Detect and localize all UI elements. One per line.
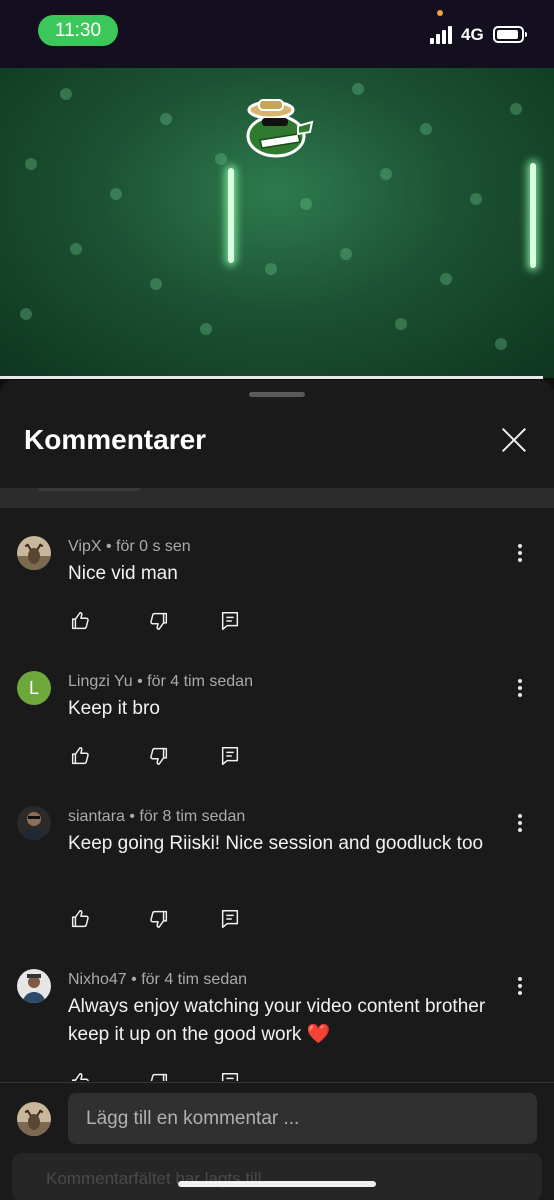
like-icon[interactable] — [69, 908, 91, 930]
comments-sheet: Kommentarer VipX • för 0 s sen Nice vid … — [0, 380, 554, 1200]
more-options-icon[interactable] — [512, 677, 528, 699]
dislike-icon[interactable] — [148, 610, 170, 632]
lightning-effect-right — [530, 163, 536, 268]
close-icon[interactable] — [496, 422, 532, 458]
user-avatar[interactable] — [17, 536, 51, 570]
home-indicator[interactable] — [178, 1181, 376, 1187]
faded-underlay: Kommentarfältet har lagts till — [12, 1153, 542, 1200]
like-icon[interactable] — [69, 745, 91, 767]
more-options-icon[interactable] — [512, 812, 528, 834]
like-icon[interactable] — [69, 610, 91, 632]
sheet-title: Kommentarer — [24, 424, 207, 455]
dislike-icon[interactable] — [148, 908, 170, 930]
comment-meta: VipX • för 0 s sen — [68, 538, 191, 555]
comment-input[interactable]: Lägg till en kommentar ... — [68, 1093, 537, 1144]
comment-text: Keep going Riiski! Nice session and good… — [68, 833, 484, 854]
more-options-icon[interactable] — [512, 542, 528, 564]
comment-meta: Nixho47 • för 4 tim sedan — [68, 971, 248, 988]
more-options-icon[interactable] — [512, 975, 528, 997]
dislike-icon[interactable] — [148, 1071, 170, 1081]
network-type: 4G — [461, 25, 484, 44]
cellular-signal-icon — [430, 26, 456, 44]
like-icon[interactable] — [69, 1071, 91, 1081]
comment-list[interactable]: VipX • för 0 s sen Nice vid man L Lingzi… — [0, 508, 554, 1081]
status-time: 11:30 — [38, 15, 118, 46]
user-avatar[interactable] — [17, 969, 51, 1003]
reply-icon[interactable] — [219, 908, 241, 930]
video-progress-bar[interactable] — [0, 376, 543, 379]
reply-icon[interactable] — [219, 610, 241, 632]
status-bar: 11:30 4G — [0, 0, 554, 68]
dislike-icon[interactable] — [148, 745, 170, 767]
comment-meta: siantara • för 8 tim sedan — [68, 808, 246, 825]
battery-icon — [493, 26, 527, 43]
crocodile-mascot-logo — [246, 99, 314, 158]
sheet-drag-handle[interactable] — [249, 392, 305, 397]
comment-text: Nice vid man — [68, 563, 178, 584]
video-player[interactable] — [0, 68, 554, 378]
comment-meta: Lingzi Yu • för 4 tim sedan — [68, 673, 253, 690]
comment-text: Keep it bro — [68, 698, 160, 719]
reply-icon[interactable] — [219, 1071, 241, 1081]
privacy-indicator-dot — [437, 10, 443, 16]
user-avatar[interactable]: L — [17, 671, 51, 705]
lightning-effect-left — [228, 168, 234, 263]
reply-icon[interactable] — [219, 745, 241, 767]
sheet-divider — [0, 488, 554, 508]
comment-text: Always enjoy watching your video content… — [68, 996, 486, 1045]
my-avatar — [17, 1102, 51, 1136]
user-avatar[interactable] — [17, 806, 51, 840]
